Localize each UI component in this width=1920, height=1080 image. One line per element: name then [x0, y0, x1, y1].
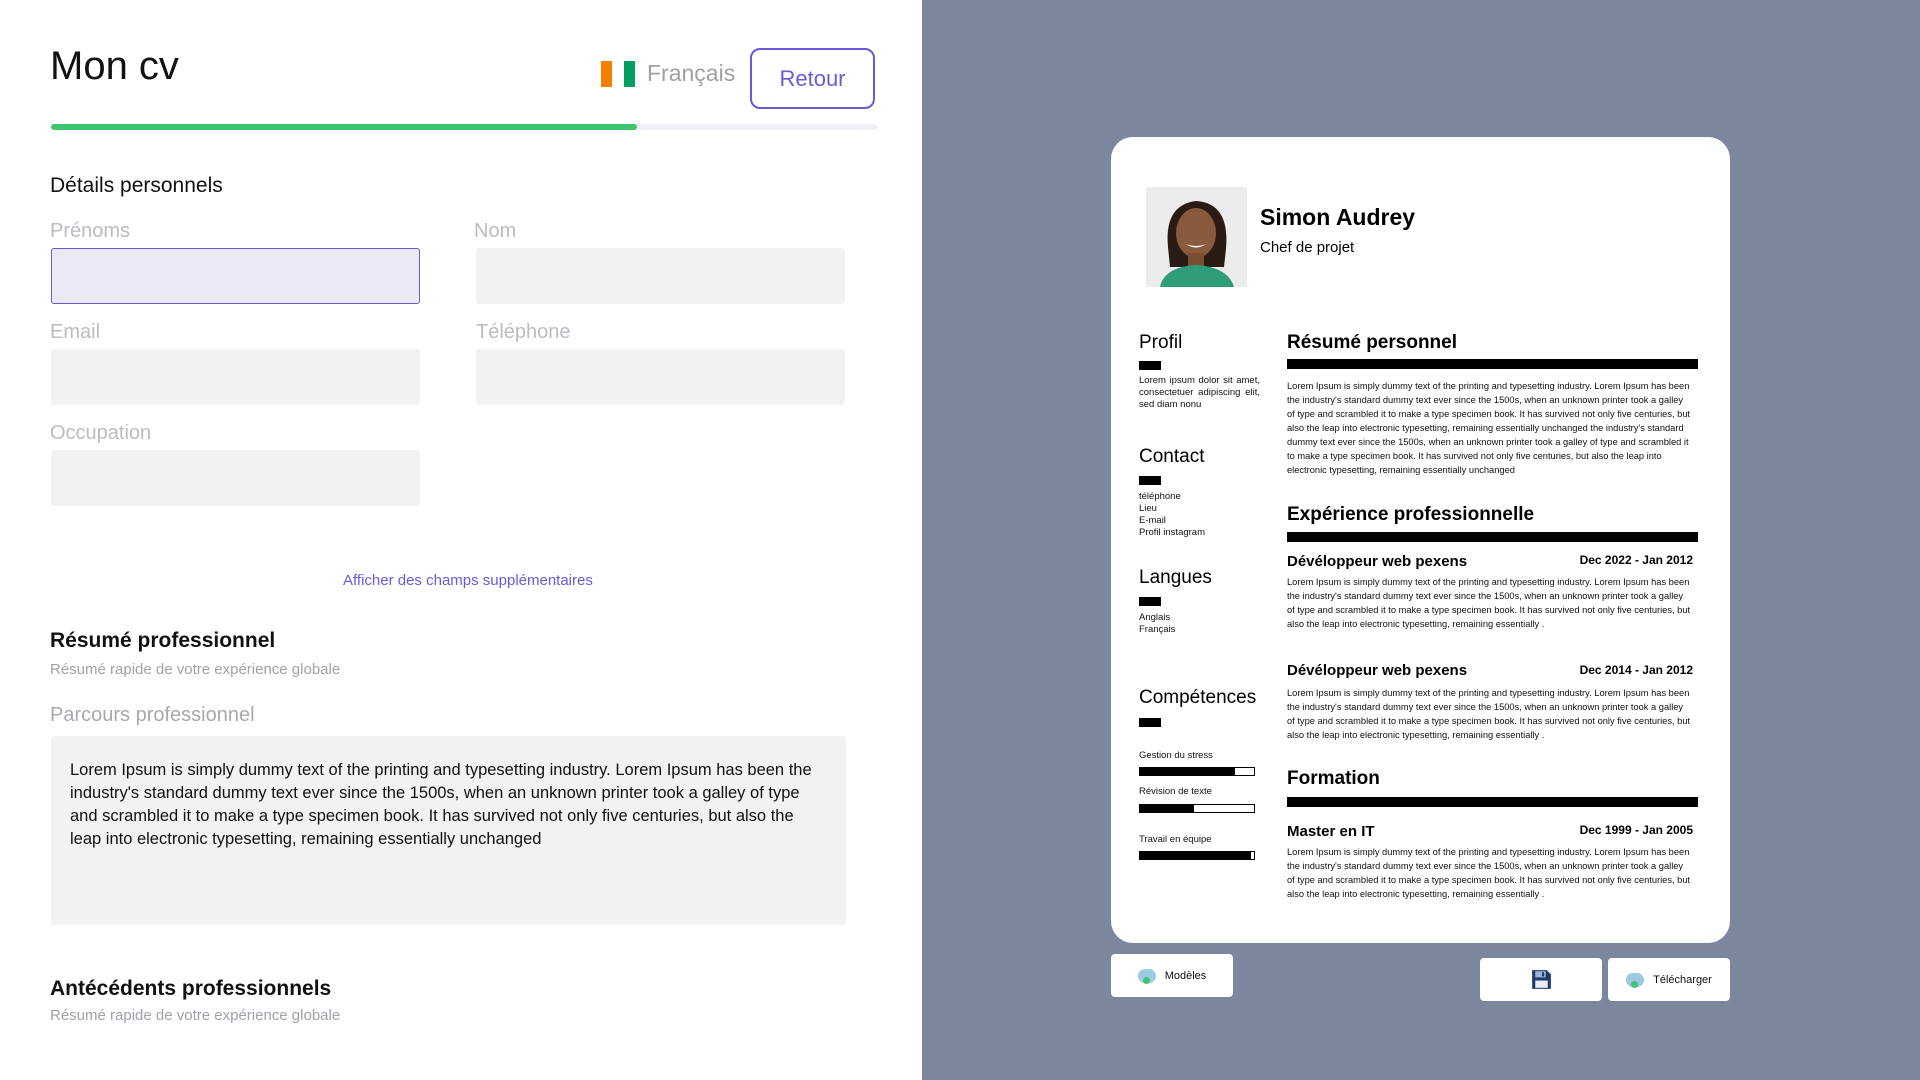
history-heading: Antécédents professionnels	[50, 977, 332, 1000]
language-selector[interactable]: Français	[647, 60, 735, 87]
career-textarea[interactable]: Lorem Ipsum is simply dummy text of the …	[51, 736, 846, 925]
contact-item: Profil instagram	[1139, 527, 1205, 538]
flag-stripe	[601, 61, 613, 87]
last-name-label: Nom	[474, 220, 517, 242]
save-button[interactable]	[1480, 958, 1602, 1001]
cv-profile-text: Lorem ipsum dolor sit amet, consectetuer…	[1139, 375, 1260, 410]
cv-contact-heading: Contact	[1139, 446, 1205, 467]
more-fields-link[interactable]: Afficher des champs supplémentaires	[343, 572, 593, 589]
first-name-label: Prénoms	[50, 220, 131, 242]
progress-bar	[51, 124, 877, 130]
editor-panel: Mon cv Français Retour Détails personnel…	[0, 0, 922, 1080]
page-title: Mon cv	[50, 44, 179, 88]
first-name-input[interactable]	[51, 248, 420, 304]
cloud-download-icon	[1626, 972, 1645, 988]
skill-bar	[1139, 851, 1255, 860]
heading-rule	[1287, 359, 1698, 369]
flag-icon[interactable]	[601, 61, 635, 87]
templates-label: Modèles	[1164, 969, 1207, 982]
cv-experience-heading: Expérience professionnelle	[1287, 504, 1535, 525]
progress-fill	[51, 124, 638, 130]
cv-summary-heading: Résumé personnel	[1287, 332, 1457, 353]
cloud-icon	[1137, 968, 1156, 984]
personal-details-heading: Détails personnels	[50, 174, 223, 197]
language-item: Anglais	[1139, 612, 1171, 623]
templates-button[interactable]: Modèles	[1111, 954, 1233, 997]
heading-underline	[1139, 718, 1161, 727]
floppy-disk-icon	[1531, 970, 1551, 989]
education-title: Master en IT	[1287, 823, 1375, 840]
heading-rule	[1287, 797, 1698, 807]
heading-rule	[1287, 532, 1698, 542]
history-subtitle: Résumé rapide de votre expérience global…	[50, 1007, 341, 1024]
cv-skills-heading: Compétences	[1139, 687, 1257, 708]
job-title: Dévéloppeur web pexens	[1287, 553, 1468, 570]
skill-label: Gestion du stress	[1139, 750, 1213, 761]
portrait-image	[1146, 187, 1247, 287]
last-name-input[interactable]	[476, 248, 845, 304]
cv-summary-text: Lorem Ipsum is simply dummy text of the …	[1287, 381, 1691, 475]
job-dates: Dec 2022 - Jan 2012	[1579, 553, 1693, 567]
download-button[interactable]: Télécharger	[1608, 958, 1730, 1001]
cv-education-heading: Formation	[1287, 768, 1380, 789]
cv-profile-heading: Profil	[1139, 332, 1183, 353]
contact-item: téléphone	[1139, 491, 1181, 502]
cv-preview: Simon Audrey Chef de projet Profil Lorem…	[1111, 137, 1730, 943]
contact-item: E-mail	[1139, 515, 1166, 526]
heading-underline	[1139, 361, 1161, 370]
skill-label: Travail en équipe	[1139, 834, 1212, 845]
cv-name: Simon Audrey	[1260, 204, 1416, 230]
skill-label: Révision de texte	[1139, 786, 1212, 797]
heading-underline	[1139, 476, 1161, 485]
contact-item: Lieu	[1139, 503, 1157, 514]
flag-stripe	[612, 61, 624, 87]
career-label: Parcours professionnel	[50, 704, 255, 726]
email-input[interactable]	[51, 349, 420, 405]
job-description: Lorem Ipsum is simply dummy text of the …	[1287, 688, 1691, 740]
skill-fill	[1140, 768, 1235, 775]
skill-fill	[1140, 852, 1251, 859]
cv-contact-list: téléphone Lieu E-mail Profil instagram	[1139, 491, 1260, 539]
job-dates: Dec 2014 - Jan 2012	[1579, 663, 1693, 677]
summary-subtitle: Résumé rapide de votre expérience global…	[50, 661, 341, 678]
cv-languages-list: Anglais Français	[1139, 612, 1260, 636]
flag-stripe	[623, 61, 635, 87]
occupation-input[interactable]	[51, 450, 420, 506]
job-description: Lorem Ipsum is simply dummy text of the …	[1287, 577, 1691, 629]
heading-underline	[1139, 597, 1161, 606]
education-description: Lorem Ipsum is simply dummy text of the …	[1287, 847, 1691, 899]
skill-bar	[1139, 767, 1255, 776]
education-dates: Dec 1999 - Jan 2005	[1579, 823, 1693, 837]
summary-heading: Résumé professionnel	[50, 629, 276, 652]
back-button[interactable]: Retour	[750, 48, 875, 109]
job-title: Dévéloppeur web pexens	[1287, 662, 1468, 679]
download-label: Télécharger	[1653, 973, 1712, 986]
skill-fill	[1140, 805, 1194, 812]
cv-role: Chef de projet	[1260, 239, 1355, 256]
phone-label: Téléphone	[476, 321, 571, 343]
occupation-label: Occupation	[50, 422, 152, 444]
cv-languages-heading: Langues	[1139, 567, 1212, 588]
language-item: Français	[1139, 624, 1176, 635]
skill-bar	[1139, 804, 1255, 813]
email-label: Email	[50, 321, 101, 343]
phone-input[interactable]	[476, 349, 845, 405]
profile-photo	[1146, 187, 1247, 287]
